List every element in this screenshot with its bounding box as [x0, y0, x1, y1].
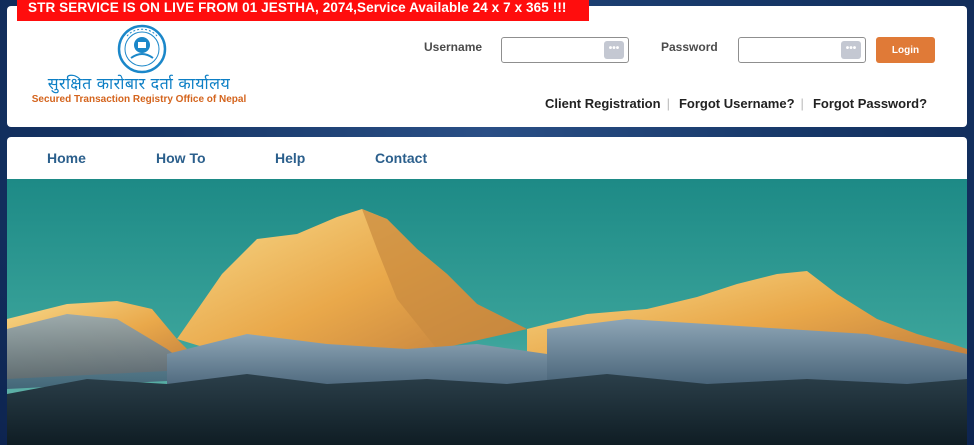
- nav-contact[interactable]: Contact: [375, 150, 427, 166]
- link-separator: |: [800, 96, 804, 111]
- keyboard-icon[interactable]: •••: [604, 41, 624, 59]
- office-name-nepali: सुरक्षित कारोबार दर्ता कार्यालय: [47, 76, 231, 93]
- announcement-banner: STR SERVICE IS ON LIVE FROM 01 JESTHA, 2…: [17, 0, 589, 21]
- password-field[interactable]: •••: [738, 37, 866, 63]
- nav-home[interactable]: Home: [47, 150, 86, 166]
- main-nav: Home How To Help Contact: [7, 137, 967, 179]
- username-label: Username: [424, 40, 483, 54]
- login-button[interactable]: Login: [876, 37, 935, 63]
- header-links: Client Registration | Forgot Username? | For…: [545, 96, 927, 111]
- office-name-english: Secured Transaction Registry Office of N…: [31, 94, 247, 105]
- header: सुरक्षित कारोबार दर्ता कार्यालय Secured …: [7, 6, 967, 127]
- username-field[interactable]: •••: [501, 37, 629, 63]
- mountain-illustration: [7, 179, 967, 445]
- username-input[interactable]: [506, 39, 596, 61]
- nav-help[interactable]: Help: [275, 150, 305, 166]
- password-input[interactable]: [743, 39, 833, 61]
- office-emblem-icon: [117, 24, 167, 74]
- forgot-password-link[interactable]: Forgot Password?: [813, 96, 927, 111]
- nav-how-to[interactable]: How To: [156, 150, 206, 166]
- keyboard-icon[interactable]: •••: [841, 41, 861, 59]
- link-separator: |: [666, 96, 670, 111]
- forgot-username-link[interactable]: Forgot Username?: [679, 96, 795, 111]
- hero-mountain-image: [7, 179, 967, 445]
- password-label: Password: [661, 40, 718, 54]
- client-registration-link[interactable]: Client Registration: [545, 96, 661, 111]
